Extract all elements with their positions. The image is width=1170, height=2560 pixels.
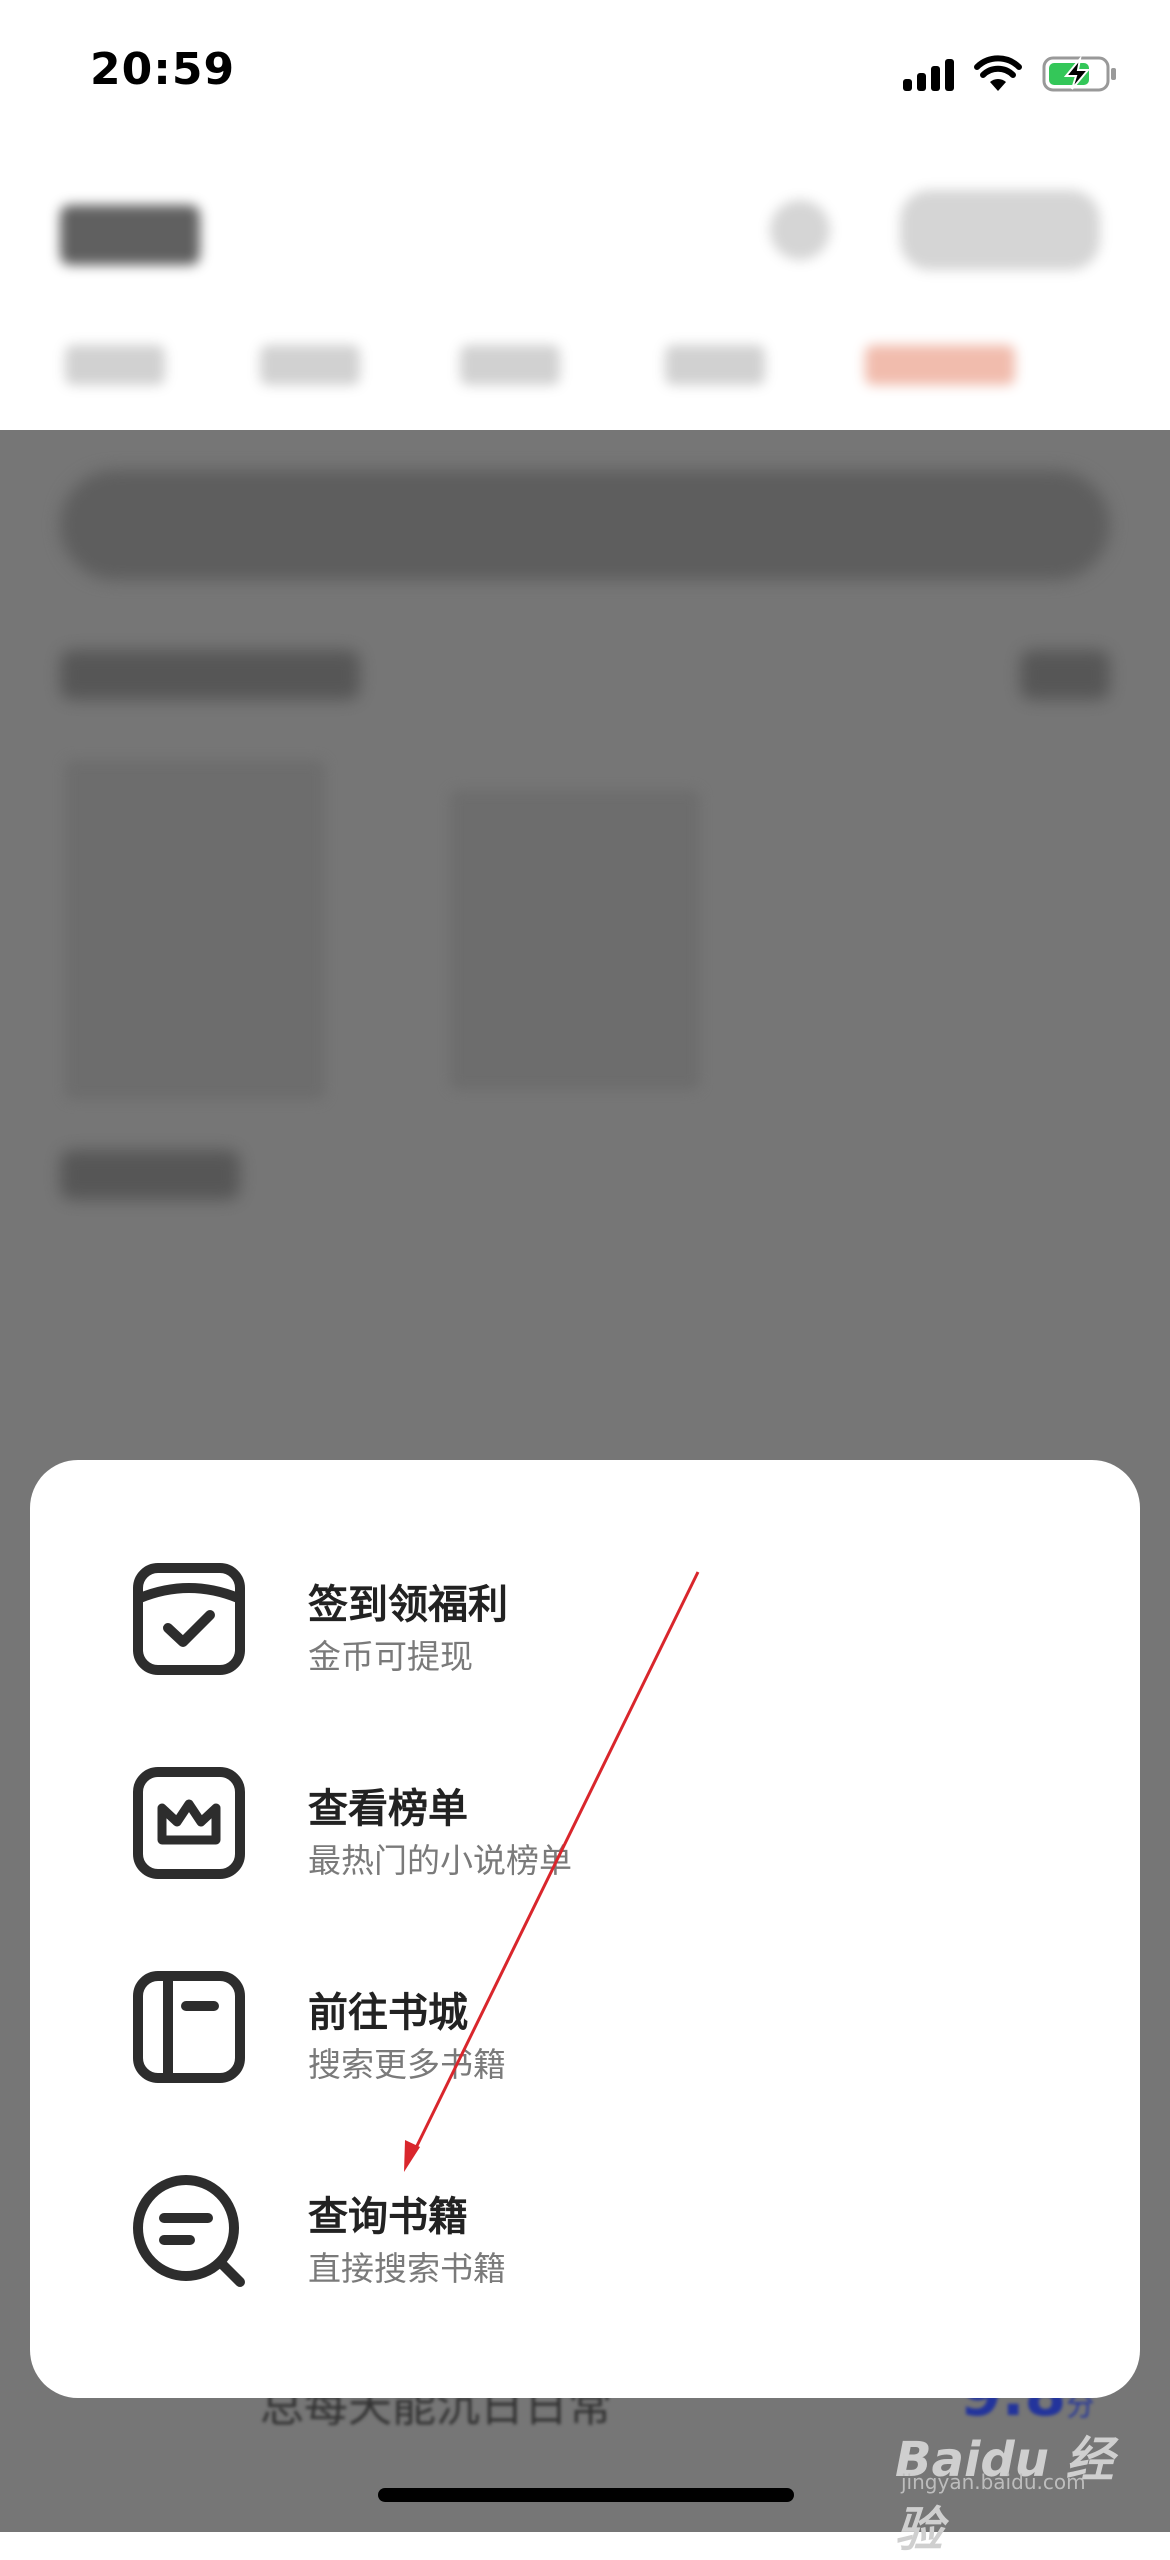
background-header	[0, 150, 1170, 430]
action-sheet: 签到领福利 金币可提现 查看榜单 最热门的小说榜单 前往书城 搜索更多书籍 查询…	[30, 1460, 1140, 2398]
action-subtitle: 最热门的小说榜单	[308, 1841, 572, 1880]
search-book-icon	[133, 2175, 245, 2287]
background-search-bar	[60, 470, 1110, 580]
background-tab	[65, 345, 165, 385]
status-icons	[903, 50, 1118, 98]
background-icon	[770, 200, 830, 260]
action-checkin[interactable]: 签到领福利 金币可提现	[30, 1540, 1140, 1720]
action-subtitle: 金币可提现	[308, 1637, 473, 1676]
crown-icon	[133, 1767, 245, 1879]
action-subtitle: 搜索更多书籍	[308, 2045, 506, 2084]
action-subtitle: 直接搜索书籍	[308, 2249, 506, 2288]
action-title: 查看榜单	[308, 1786, 468, 1832]
watermark: Baidu 经验 jingyan.baidu.com	[895, 2420, 1145, 2558]
background-book-cover	[450, 790, 700, 1090]
action-title: 前往书城	[308, 1990, 468, 2036]
background-section-title	[60, 650, 360, 700]
action-bookstore[interactable]: 前往书城 搜索更多书籍	[30, 1948, 1140, 2128]
action-search-books[interactable]: 查询书籍 直接搜索书籍	[30, 2152, 1140, 2332]
status-time: 20:59	[90, 44, 236, 95]
status-bar: 20:59	[0, 0, 1170, 150]
background-button	[900, 190, 1100, 270]
action-title: 签到领福利	[308, 1582, 508, 1628]
wifi-icon	[974, 55, 1022, 91]
background-tab	[260, 345, 360, 385]
watermark-domain: jingyan.baidu.com	[901, 2470, 1086, 2494]
background-tab	[665, 345, 765, 385]
background-section-title	[60, 1150, 240, 1200]
cellular-signal-icon	[903, 57, 954, 91]
background-title	[60, 205, 200, 265]
battery-charging-icon	[1042, 55, 1116, 92]
background-tab	[460, 345, 560, 385]
background-tab	[865, 345, 1015, 385]
book-icon	[133, 1971, 245, 2083]
home-indicator[interactable]	[378, 2488, 794, 2502]
action-title: 查询书籍	[308, 2194, 468, 2240]
checkin-box-icon	[133, 1563, 245, 1675]
action-rankings[interactable]: 查看榜单 最热门的小说榜单	[30, 1744, 1140, 1924]
background-book-cover	[65, 760, 325, 1100]
background-more-link	[1020, 650, 1110, 700]
